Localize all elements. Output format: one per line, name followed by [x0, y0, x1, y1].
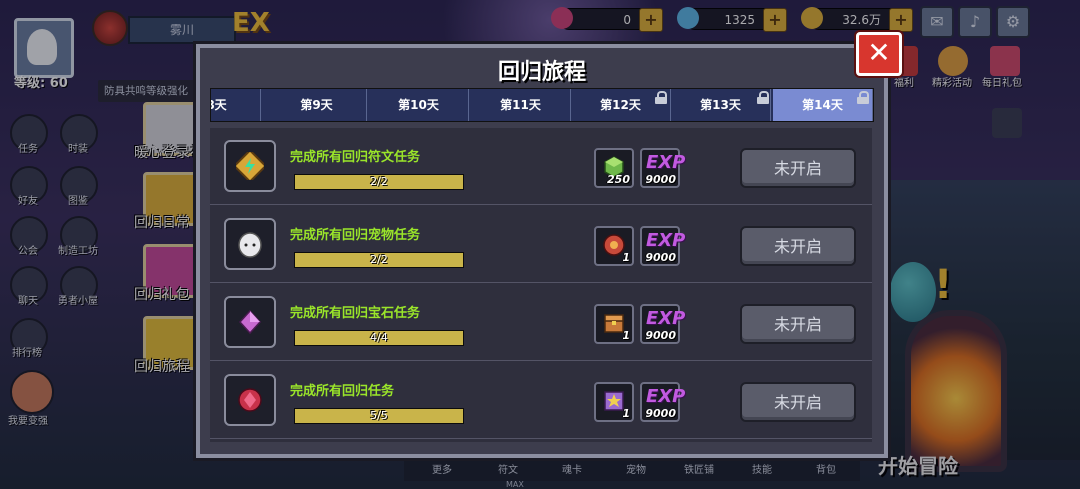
tab-day-8[interactable]: 第8天 — [211, 89, 261, 121]
task-row: 完成所有回归符文任务 2/2 250 EXP 9000 未开启 — [210, 128, 872, 205]
exp-icon: EXP — [646, 152, 686, 173]
task-row: 完成所有回归任务 5/5 1 EXP 9000 未开启 — [210, 362, 872, 439]
reward-slot-exp[interactable]: EXP 9000 — [640, 304, 685, 344]
gem-icon — [224, 296, 276, 348]
exp-icon: EXP — [646, 386, 686, 407]
task-title: 完成所有回归宝石任务 — [290, 306, 421, 321]
claim-button[interactable]: 未开启 — [740, 304, 856, 344]
reward-slot[interactable]: 1 — [594, 382, 634, 422]
progress-bar: 2/2 — [294, 252, 464, 268]
exp-icon: EXP — [646, 230, 686, 251]
reward-count: 1 — [622, 407, 630, 420]
day-tabs: 第8天 第9天 第10天 第11天 第12天 第13天 第14天 — [210, 88, 874, 122]
tab-label: 第9天 — [300, 98, 333, 112]
task-list: 完成所有回归符文任务 2/2 250 EXP 9000 未开启 完成所有回归宠物… — [210, 128, 872, 442]
tab-label: 第11天 — [500, 98, 541, 112]
tab-day-14[interactable]: 第14天 — [773, 89, 873, 121]
reward-count: 1 — [622, 251, 630, 264]
tab-label: 第8天 — [211, 98, 227, 112]
reward-count: 9000 — [645, 251, 676, 264]
tab-day-9[interactable]: 第9天 — [267, 89, 367, 121]
reward-count: 1 — [622, 329, 630, 342]
exp-icon: EXP — [646, 308, 686, 329]
lock-icon — [857, 91, 869, 104]
lock-icon — [757, 91, 769, 104]
reward-slot[interactable]: 1 — [594, 304, 634, 344]
reward-slot-exp[interactable]: EXP 9000 — [640, 382, 685, 422]
dialog-title: 回归旅程 — [497, 60, 586, 85]
ruby-icon — [224, 374, 276, 426]
lock-icon — [655, 91, 667, 104]
progress-text: 2/2 — [370, 175, 388, 188]
pet-egg-icon — [224, 218, 276, 270]
reward-count: 9000 — [645, 407, 676, 420]
reward-slot[interactable]: 1 — [594, 226, 634, 266]
tab-day-11[interactable]: 第11天 — [471, 89, 571, 121]
reward-count: 9000 — [645, 173, 676, 186]
progress-text: 5/5 — [370, 409, 388, 422]
progress-bar: 5/5 — [294, 408, 464, 424]
task-title: 完成所有回归宠物任务 — [290, 228, 421, 243]
reward-slot-exp[interactable]: EXP 9000 — [640, 226, 685, 266]
tab-day-10[interactable]: 第10天 — [369, 89, 469, 121]
task-row: 完成所有回归宝石任务 4/4 1 EXP 9000 未开启 — [210, 284, 872, 361]
progress-bar: 2/2 — [294, 174, 464, 190]
close-button[interactable]: ✕ — [856, 32, 902, 76]
reward-slot-exp[interactable]: EXP 9000 — [640, 148, 685, 188]
reward-count: 250 — [607, 173, 630, 186]
progress-bar: 4/4 — [294, 330, 464, 346]
task-title: 完成所有回归符文任务 — [290, 150, 421, 165]
task-row: 完成所有回归宠物任务 2/2 1 EXP 9000 未开启 — [210, 206, 872, 283]
rune-icon — [224, 140, 276, 192]
task-title: 完成所有回归任务 — [290, 384, 395, 399]
tab-day-13[interactable]: 第13天 — [671, 89, 771, 121]
reward-slot[interactable]: 250 — [594, 148, 634, 188]
tab-label: 第13天 — [700, 98, 741, 112]
tab-label: 第10天 — [398, 98, 439, 112]
tab-day-12[interactable]: 第12天 — [571, 89, 671, 121]
progress-text: 4/4 — [370, 331, 388, 344]
progress-text: 2/2 — [370, 253, 388, 266]
tab-label: 第12天 — [600, 98, 641, 112]
claim-button[interactable]: 未开启 — [740, 226, 856, 266]
reward-count: 9000 — [645, 329, 676, 342]
claim-button[interactable]: 未开启 — [740, 148, 856, 188]
tab-label: 第14天 — [802, 98, 843, 112]
claim-button[interactable]: 未开启 — [740, 382, 856, 422]
